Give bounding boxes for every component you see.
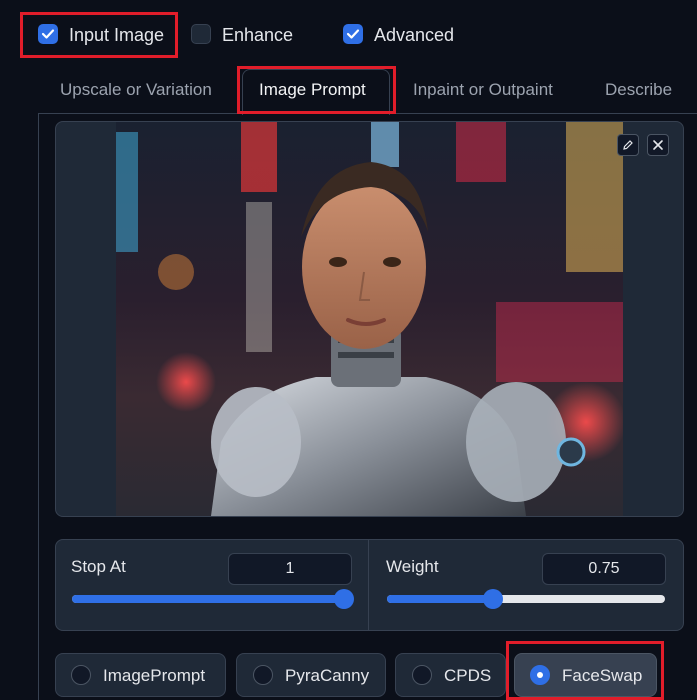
stop-at-label: Stop At (71, 557, 126, 576)
close-icon (653, 140, 663, 150)
ip-type-cpds-label: CPDS (444, 666, 492, 685)
tab-image-prompt[interactable]: Image Prompt (259, 79, 366, 101)
radio-imageprompt[interactable] (71, 665, 91, 685)
clear-image-button[interactable] (647, 134, 669, 156)
weight-input[interactable]: 0.75 (542, 553, 666, 585)
portrait-illustration (116, 122, 623, 516)
radio-cpds[interactable] (412, 665, 432, 685)
pencil-icon (623, 140, 633, 150)
weight-label: Weight (386, 557, 439, 576)
slider-divider (368, 539, 369, 631)
ip-type-imageprompt-label: ImagePrompt (103, 666, 206, 685)
stop-at-input[interactable]: 1 (228, 553, 352, 585)
enhance-label: Enhance (222, 25, 294, 45)
check-icon (41, 29, 55, 39)
stop-at-fill (72, 595, 344, 603)
enhance-checkbox[interactable] (191, 24, 211, 44)
ip-type-faceswap-label: FaceSwap (562, 666, 643, 685)
advanced-checkbox[interactable] (343, 24, 363, 44)
portrait-image (116, 122, 623, 516)
radio-pyracanny[interactable] (253, 665, 273, 685)
tab-describe[interactable]: Describe (605, 79, 672, 101)
tab-upscale-or-variation[interactable]: Upscale or Variation (60, 79, 212, 101)
check-icon (346, 29, 360, 39)
advanced-label: Advanced (374, 25, 455, 45)
weight-thumb[interactable] (483, 589, 503, 609)
radio-faceswap[interactable] (530, 665, 550, 685)
edit-image-button[interactable] (617, 134, 639, 156)
ip-type-pyracanny-label: PyraCanny (285, 666, 370, 685)
tab-inpaint-or-outpaint[interactable]: Inpaint or Outpaint (413, 79, 553, 101)
input-image-checkbox[interactable] (38, 24, 58, 44)
image-upload-area[interactable] (55, 121, 684, 517)
input-image-label: Input Image (69, 25, 165, 45)
stop-at-thumb[interactable] (334, 589, 354, 609)
weight-fill (387, 595, 493, 603)
